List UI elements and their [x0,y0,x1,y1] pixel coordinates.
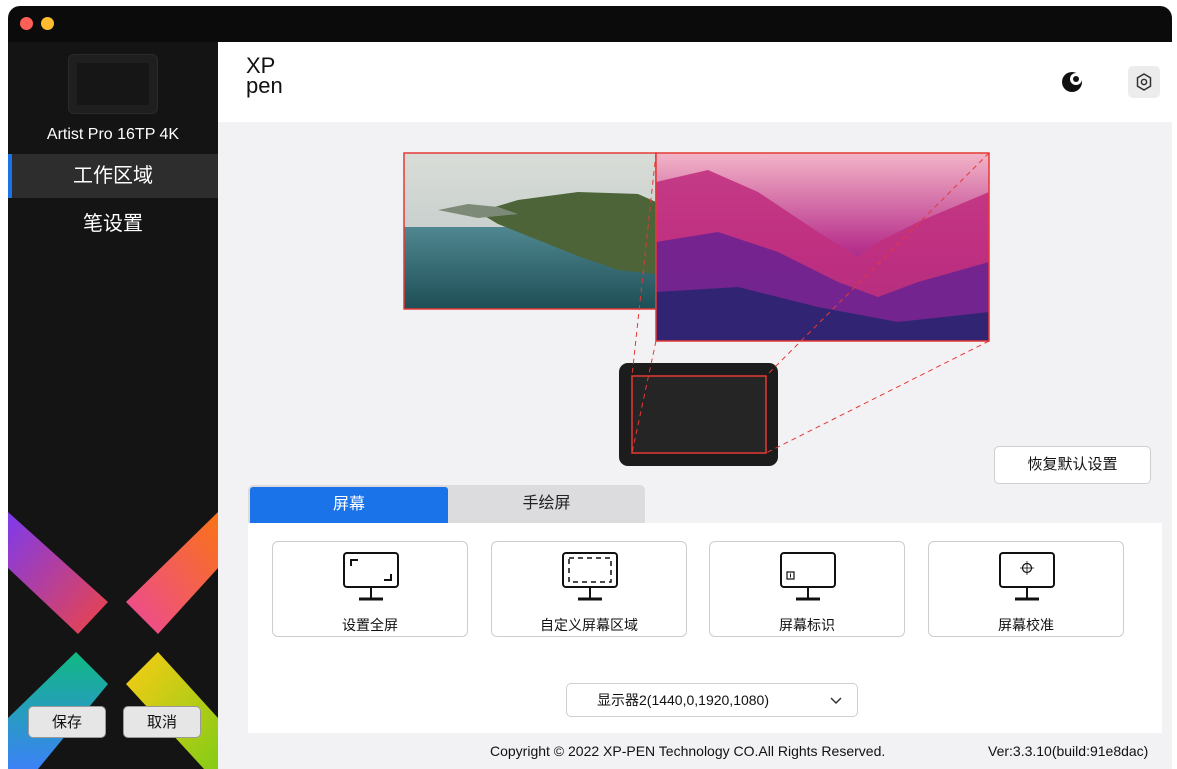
chevron-down-icon [830,697,842,705]
copyright-text: Copyright © 2022 XP-PEN Technology CO.Al… [490,743,886,759]
identify-monitor-icon [780,552,836,601]
app-window: Artist Pro 16TP 4K 工作区域 笔设置 保存 取消 XP pen [8,6,1172,769]
custom-area-monitor-icon [562,552,618,601]
close-window-button[interactable] [20,17,33,30]
sidebar: Artist Pro 16TP 4K 工作区域 笔设置 保存 取消 [8,42,218,769]
fullscreen-option[interactable]: 设置全屏 [272,541,468,637]
footer: Copyright © 2022 XP-PEN Technology CO.Al… [218,733,1172,769]
reset-defaults-button[interactable]: 恢复默认设置 [994,446,1151,484]
tab-pen-display[interactable]: 手绘屏 [448,485,645,523]
fullscreen-monitor-icon [343,552,399,601]
display-select-dropdown[interactable]: 显示器2(1440,0,1920,1080) [566,683,858,717]
title-bar [8,6,1172,42]
nav-item-pen-settings[interactable]: 笔设置 [8,202,218,246]
calibrate-monitor-icon [999,552,1055,601]
monitor-1-thumbnail[interactable] [403,152,657,310]
calibrate-screen-option-label: 屏幕校准 [998,617,1054,633]
device-thumbnail [68,54,158,114]
workarea-tabs: 屏幕 手绘屏 [248,485,645,523]
cancel-button[interactable]: 取消 [123,706,201,738]
version-text: Ver:3.3.10(build:91e8dac) [988,743,1149,759]
save-button[interactable]: 保存 [28,706,106,738]
identify-screen-option[interactable]: 屏幕标识 [709,541,905,637]
custom-area-option-label: 自定义屏幕区域 [540,617,638,633]
monitor-mapping-diagram [403,152,990,466]
device-name: Artist Pro 16TP 4K [46,126,180,143]
tab-screen[interactable]: 屏幕 [250,487,448,523]
calibrate-screen-option[interactable]: 屏幕校准 [928,541,1124,637]
display-select-value: 显示器2(1440,0,1920,1080) [597,692,769,708]
decorative-x-graphic [8,512,218,769]
custom-area-option[interactable]: 自定义屏幕区域 [491,541,687,637]
nav-item-workarea[interactable]: 工作区域 [8,154,218,198]
fullscreen-option-label: 设置全屏 [342,617,398,633]
monitor-2-thumbnail[interactable] [655,152,990,342]
screen-options-panel: 设置全屏 自定义屏幕区域 屏幕标识 屏幕校准 显示器2(1440,0,1920,… [248,523,1162,733]
tablet-display-preview [619,363,778,466]
minimize-window-button[interactable] [41,17,54,30]
identify-screen-option-label: 屏幕标识 [779,617,835,633]
main-area: XP pen 恢复默认设置 屏幕 手绘屏 设置全屏 自定义屏幕区域 屏幕标识 屏… [218,42,1172,769]
